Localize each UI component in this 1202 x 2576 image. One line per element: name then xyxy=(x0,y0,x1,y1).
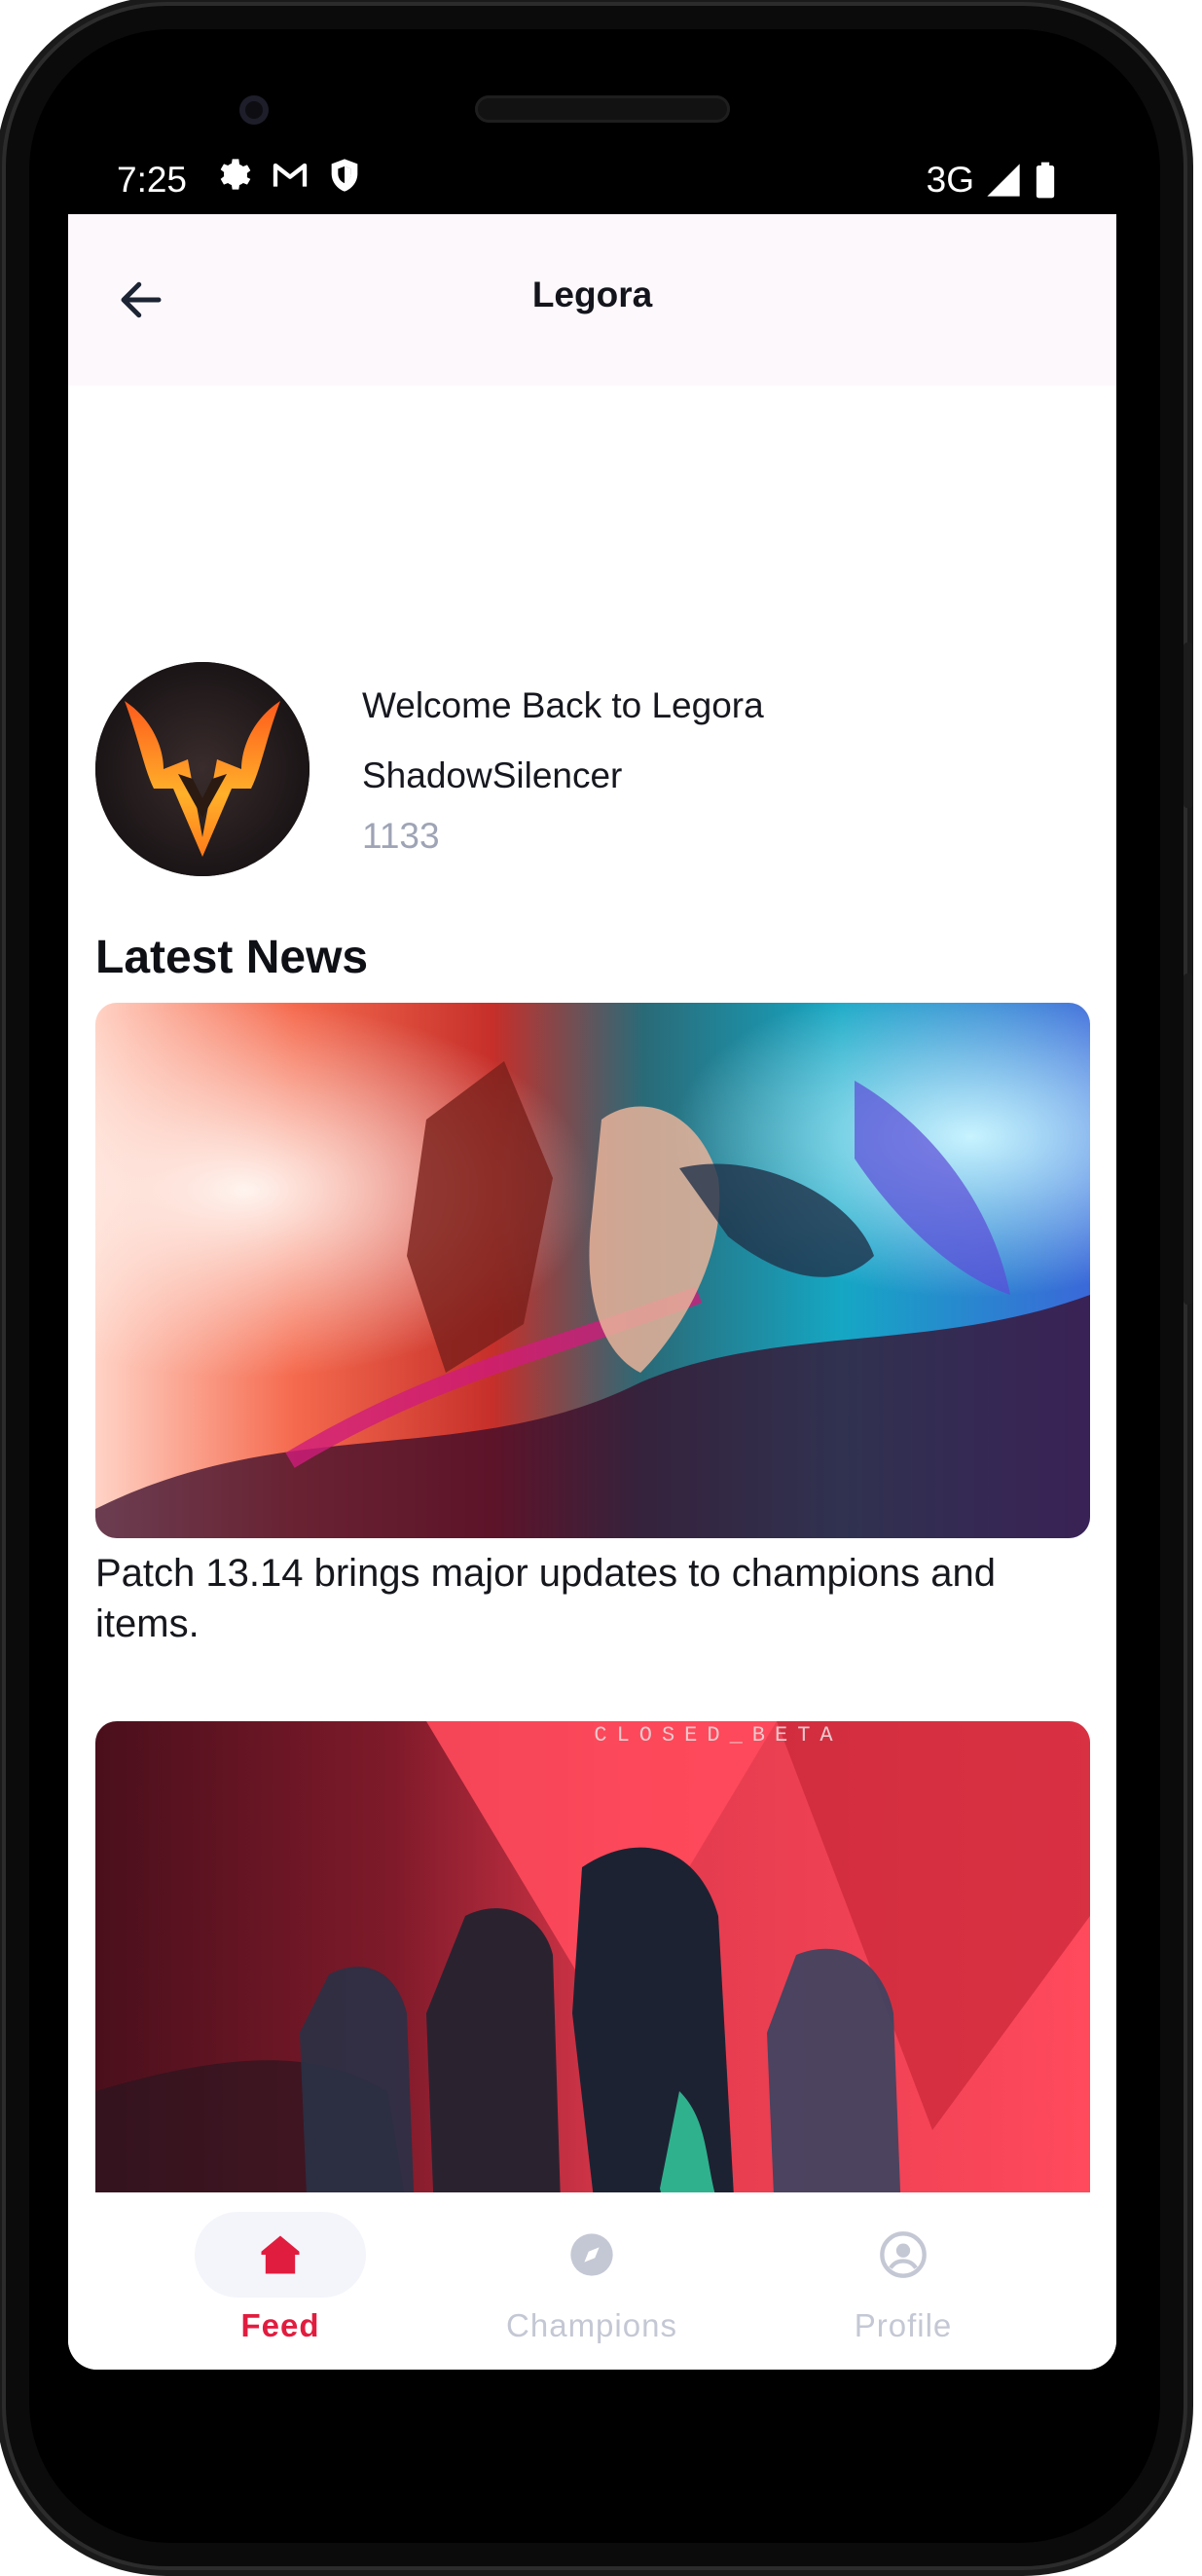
shield-icon xyxy=(325,156,364,195)
tab-champions-label: Champions xyxy=(506,2307,677,2343)
tab-champions[interactable]: Champions xyxy=(465,2192,718,2344)
user-circle-icon xyxy=(880,2231,927,2278)
battery-icon xyxy=(1033,161,1058,200)
app-screen: Legora Welcome Back to Legora ShadowSile… xyxy=(68,214,1116,2370)
compass-icon xyxy=(570,2233,613,2276)
status-time: 7:25 xyxy=(117,160,188,200)
home-icon xyxy=(261,2235,300,2274)
news-image[interactable]: CLOSED_BETA xyxy=(95,1721,1090,2266)
tab-feed[interactable]: Feed xyxy=(154,2192,407,2344)
tab-profile-label: Profile xyxy=(854,2307,953,2343)
power-button xyxy=(1184,643,1193,808)
bottom-nav: Feed Champions Profile xyxy=(68,2192,1116,2370)
tab-feed-label: Feed xyxy=(240,2307,320,2343)
network-type: 3G xyxy=(926,160,974,200)
news-caption: Patch 13.14 brings major updates to cham… xyxy=(95,1552,997,1645)
volume-button xyxy=(1184,974,1193,1305)
gmail-icon xyxy=(271,156,310,195)
user-score: 1133 xyxy=(362,816,440,856)
earpiece-speaker xyxy=(475,95,730,123)
news-image[interactable] xyxy=(95,1003,1090,1538)
app-bar: Legora xyxy=(68,214,1116,386)
status-bar: 7:25 3G xyxy=(68,150,1116,214)
page-title: Legora xyxy=(531,275,653,314)
signal-icon xyxy=(984,161,1023,200)
gear-icon xyxy=(216,156,255,195)
tab-profile[interactable]: Profile xyxy=(777,2192,1030,2344)
front-camera xyxy=(239,95,269,125)
section-title: Latest News xyxy=(95,932,369,983)
welcome-text: Welcome Back to Legora xyxy=(362,685,764,725)
banner-text: CLOSED_BETA xyxy=(594,1723,842,1748)
avatar[interactable] xyxy=(95,662,310,876)
username: ShadowSilencer xyxy=(362,755,623,795)
